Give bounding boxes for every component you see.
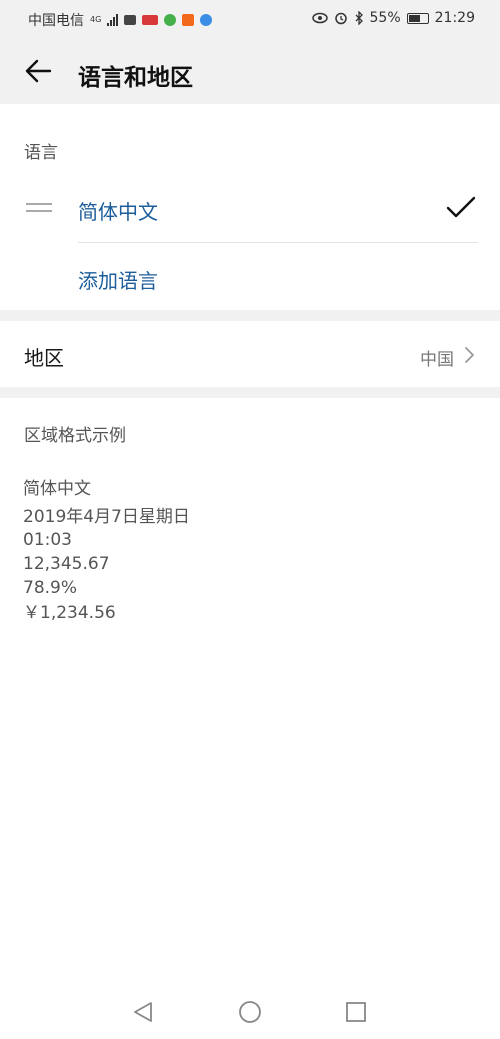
sample-date: 2019年4月7日星期日 xyxy=(23,507,190,527)
nav-home-icon[interactable] xyxy=(238,1000,262,1024)
bluetooth-icon xyxy=(355,11,363,25)
signal-icon xyxy=(107,14,119,26)
sample-time: 01:03 xyxy=(23,530,72,550)
section-separator xyxy=(0,310,500,321)
checkmark-icon xyxy=(446,196,476,218)
status-bar-right: 55% 21:29 xyxy=(311,10,475,26)
battery-fill xyxy=(408,14,420,22)
sample-percent: 78.9% xyxy=(23,578,78,598)
battery-percent: 55% xyxy=(369,10,401,26)
chevron-right-icon xyxy=(465,347,474,363)
back-arrow-icon[interactable] xyxy=(24,57,52,85)
format-sample-card: 区域格式示例 简体中文 2019年4月7日星期日 01:03 12,345.67… xyxy=(0,398,500,985)
divider xyxy=(78,242,478,243)
drag-handle-icon[interactable] xyxy=(26,203,52,213)
sample-number: 12,345.67 xyxy=(23,554,110,574)
section-separator xyxy=(0,387,500,398)
page-title: 语言和地区 xyxy=(78,65,193,91)
briefcase-icon xyxy=(124,15,137,25)
language-section-label: 语言 xyxy=(24,143,58,163)
alarm-icon xyxy=(334,12,347,25)
format-section-label: 区域格式示例 xyxy=(24,426,126,446)
language-item-selected[interactable]: 简体中文 xyxy=(78,196,158,225)
sample-currency: ￥1,234.56 xyxy=(23,603,116,623)
battery-icon xyxy=(406,12,429,24)
status-bar: 中国电信 4G 55% 21:29 xyxy=(0,0,500,38)
video-notification-icon xyxy=(182,14,195,26)
app-notification-icon xyxy=(142,15,159,25)
clock: 21:29 xyxy=(434,10,475,26)
eye-comfort-icon xyxy=(311,12,328,24)
add-language-button[interactable]: 添加语言 xyxy=(78,265,158,294)
region-label: 地区 xyxy=(24,346,64,370)
sample-language: 简体中文 xyxy=(23,479,91,499)
nav-back-icon[interactable] xyxy=(131,1000,155,1024)
app-header: 语言和地区 xyxy=(0,38,500,104)
map-notification-icon xyxy=(164,14,177,26)
language-card: 语言 简体中文 添加语言 xyxy=(0,104,500,310)
status-bar-left: 中国电信 4G xyxy=(28,10,213,30)
carrier-name: 中国电信 xyxy=(28,13,84,29)
region-row[interactable]: 地区 中国 xyxy=(0,321,500,387)
network-type: 4G xyxy=(90,15,102,24)
browser-notification-icon xyxy=(200,14,213,26)
region-value: 中国 xyxy=(420,350,454,370)
system-nav-bar xyxy=(0,985,500,1039)
nav-recents-icon[interactable] xyxy=(344,1000,368,1024)
